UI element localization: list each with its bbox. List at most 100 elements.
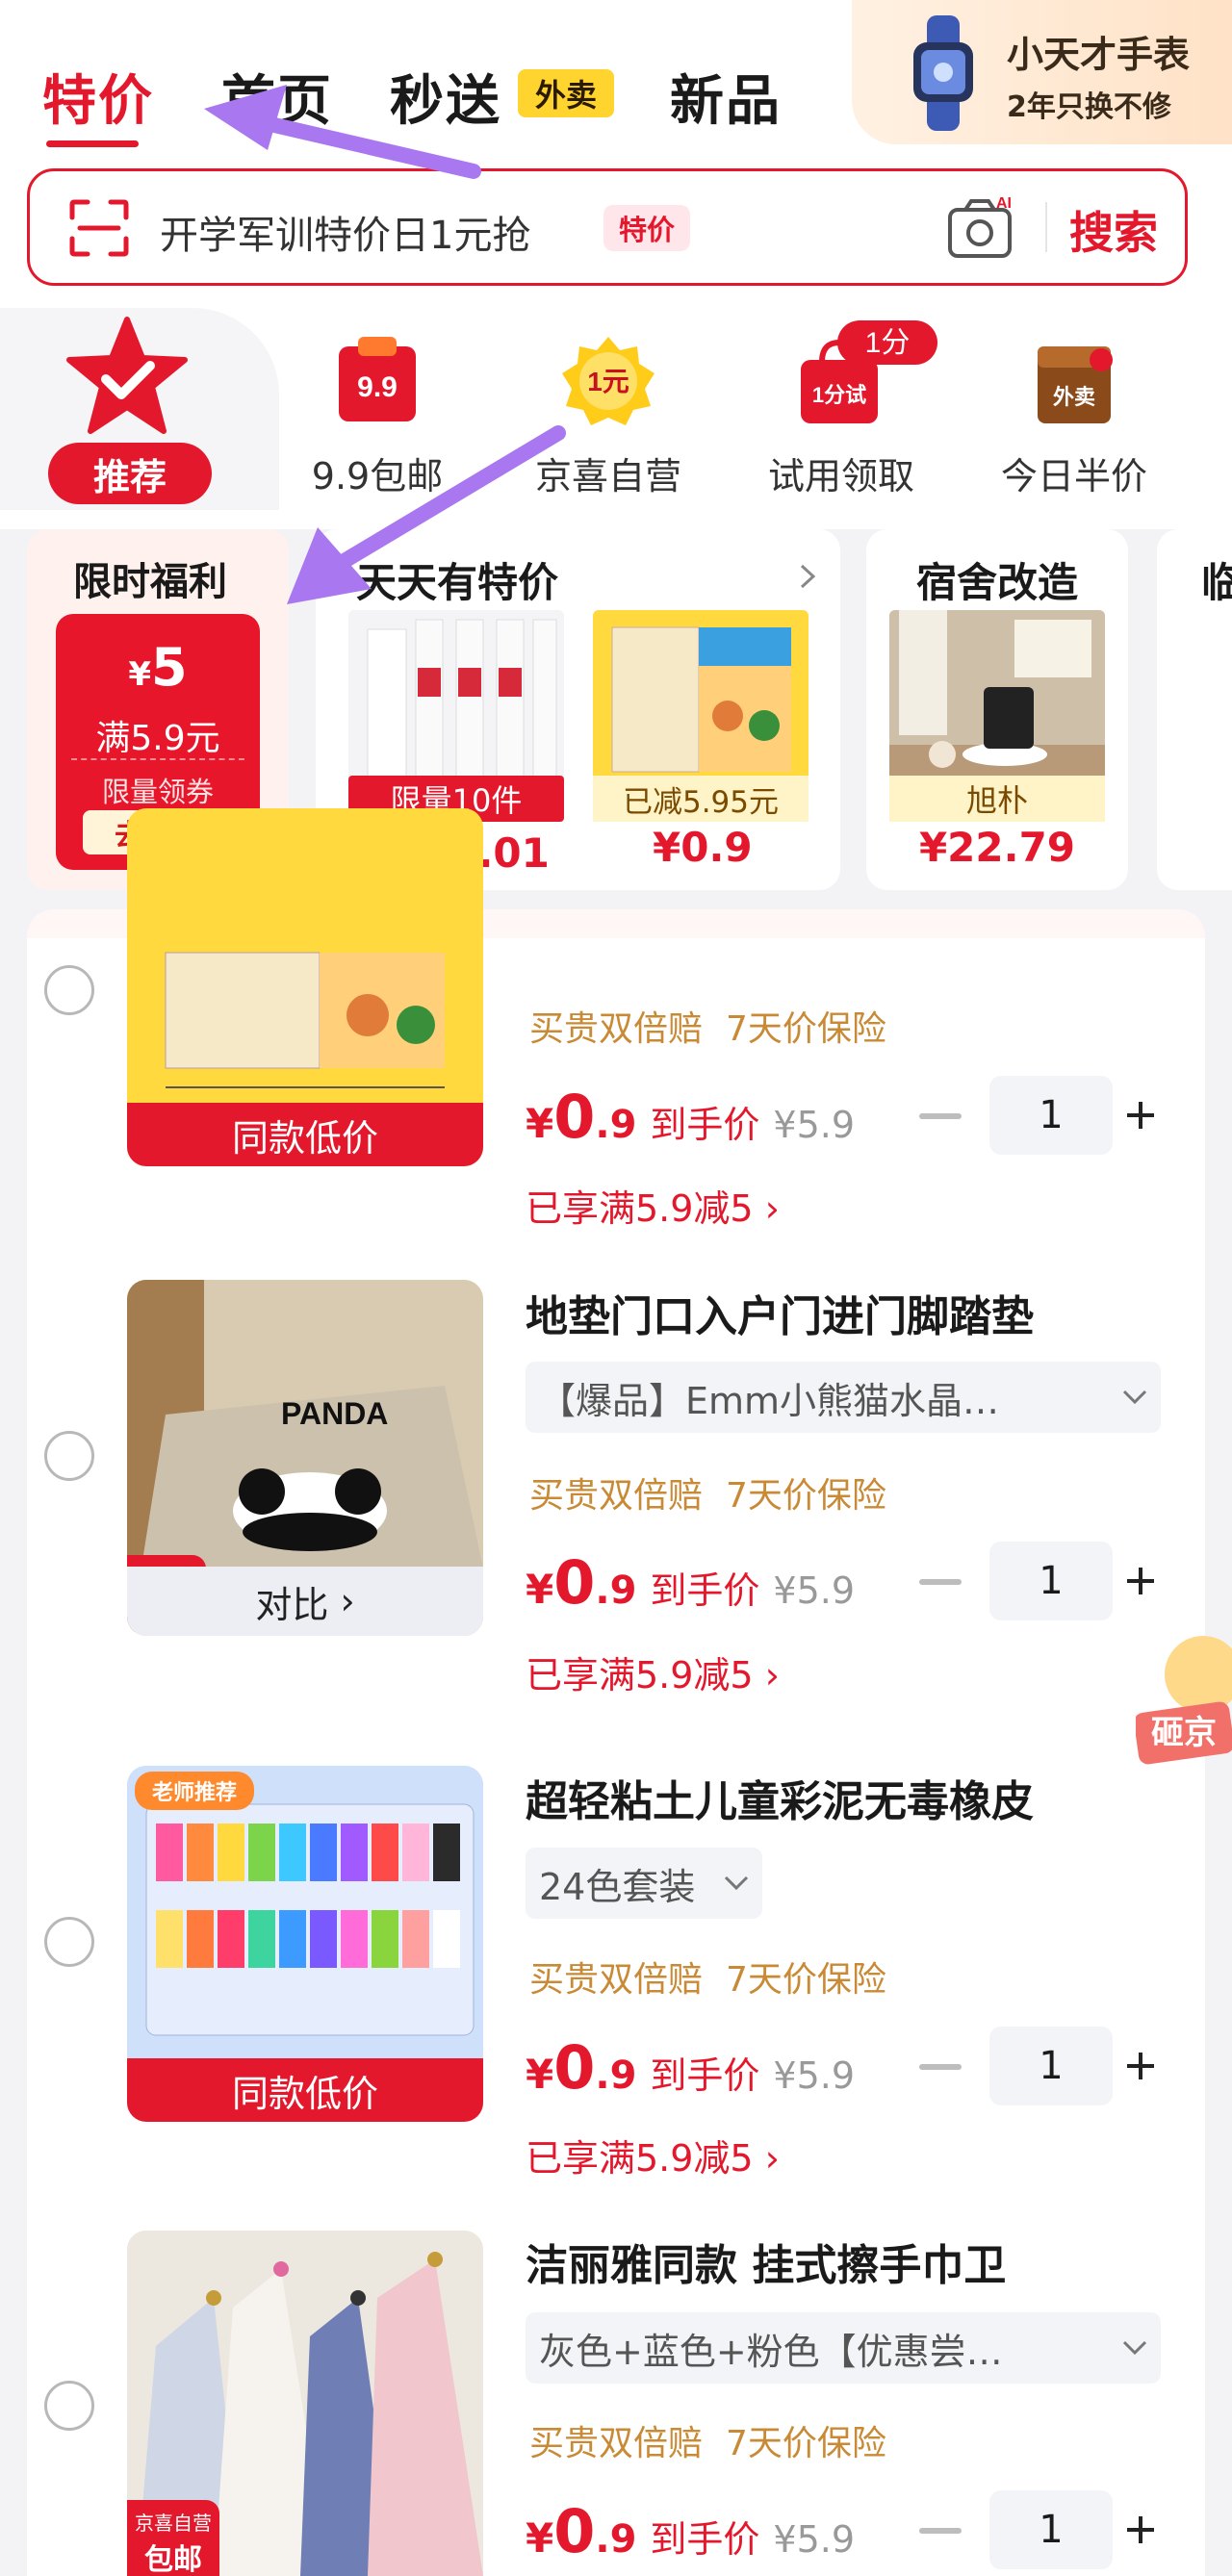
clay-set-image[interactable]: 老师推荐 同款低价 [127,1766,483,2122]
trial-badge-text: 1分 [865,327,911,359]
category-half-price[interactable]: 外卖 今日半价 [978,337,1170,499]
chevron-down-icon [1122,2340,1147,2356]
discount-info[interactable]: 已享满5.9减5 › [526,2129,780,2181]
item-title[interactable]: 洁丽雅同款 挂式擦手巾卫 [526,2231,1006,2292]
tab-active-underline [46,140,139,147]
dorm-price: ¥22.79 [918,824,1076,871]
chevron-right-icon[interactable] [798,562,817,591]
reduced-badge: 已减5.95元 [593,776,808,822]
tab-miaosong[interactable]: 秒送 [390,58,501,136]
panda-mat-image[interactable]: PANDA 京东自营 包邮 对比 › [127,1280,483,1636]
coin-1yuan-text: 1元 [587,367,629,396]
hand-towels-image[interactable]: 京喜自营 包邮 [127,2231,483,2576]
sku-selector[interactable]: 【爆品】Emm小熊猫水晶… [526,1362,1161,1433]
gel-pens-image[interactable] [348,610,564,795]
qty-input[interactable]: 1 [989,1076,1113,1155]
item-title[interactable]: 超轻粘土儿童彩泥无毒橡皮 [526,1767,1034,1828]
search-tag: 特价 [603,205,690,251]
takeout-bag-icon: 外卖 [1038,346,1113,423]
guarantee-row: 买贵双倍赔 7天价保险 [529,1009,886,1049]
qty-minus-button[interactable] [919,2528,962,2534]
category-label: 京喜自营 [534,455,681,497]
trial-bag-text: 1分试 [812,383,866,407]
search-input[interactable]: 开学军训特价日1元抢 [160,204,530,260]
welfare-title: 限时福利 [73,560,227,604]
qty-minus-button[interactable] [919,1113,962,1119]
item-radio[interactable] [44,1431,94,1481]
smartwatch-icon [913,15,973,131]
qty-plus-button[interactable] [1124,2513,1157,2546]
search-box[interactable]: 开学军训特价日1元抢 特价 AI 搜索 [27,168,1188,286]
search-divider [1045,202,1047,252]
star-check-icon[interactable] [64,316,191,441]
coin-1yuan-icon: 1元 [562,337,654,425]
item-radio[interactable] [44,1917,94,1967]
item-caption[interactable]: 同款低价 [127,2058,483,2122]
qty-input[interactable]: 1 [989,2027,1113,2105]
book-price: ¥0.9 [653,824,753,871]
item-caption[interactable]: 同款低价 [127,1103,483,1166]
teacher-recommend-badge: 老师推荐 [135,1772,254,1810]
tab-shouye[interactable]: 首页 [221,58,333,136]
tab-xinpin[interactable]: 新品 [670,58,782,136]
book-cover-image[interactable]: 同款低价 [127,808,483,1166]
self-operated-badge: 京喜自营 包邮 [127,2500,219,2576]
floating-badge-text: 砸京 [1151,1715,1217,1751]
waimai-badge: 外卖 [518,69,614,117]
coupon-condition: 满5.9元 [95,719,220,758]
phone-stand-image[interactable] [889,610,1105,795]
discount-info[interactable]: 已享满5.9减5 › [526,1645,780,1698]
category-recommend[interactable]: 推荐 [48,443,212,504]
header-tabs: 特价 首页 秒送 外卖 新品 [0,0,866,159]
price-row: ¥0.9 到手价 ¥5.9 [526,2032,856,2103]
ad-subtitle: 2年只换不修 [1007,90,1171,124]
book-cover-image[interactable] [593,610,808,795]
ai-badge: AI [996,195,1012,212]
dorm-brand: 旭朴 [889,776,1105,822]
guarantee-row: 买贵双倍赔 7天价保险 [529,1960,886,2000]
category-label: 试用领取 [767,455,914,497]
coupon-amount: ¥5 [128,637,188,698]
ai-camera-icon[interactable]: AI [946,192,1019,262]
sku-selector[interactable]: 24色套装 [526,1848,762,1919]
dorm-title: 宿舍改造 [915,559,1078,606]
qty-plus-button[interactable] [1124,1565,1157,1597]
takeout-bag-text: 外卖 [1053,385,1095,409]
search-button[interactable]: 搜索 [1069,198,1158,262]
sku-selector[interactable]: 灰色+蓝色+粉色【优惠尝… [526,2312,1161,2384]
guarantee-row: 买贵双倍赔 7天价保险 [529,2424,886,2463]
item-radio[interactable] [44,965,94,1015]
trial-badge: 1分 [837,320,937,365]
scan-icon[interactable] [68,198,130,258]
tab-tejia[interactable]: 特价 [42,58,154,136]
compare-link[interactable]: 对比 › [127,1567,483,1636]
qty-input[interactable]: 1 [989,1542,1113,1620]
coupon-limit: 限量领券 [101,776,214,808]
partial-card[interactable]: 临 [1157,529,1232,890]
discount-info[interactable]: 已享满5.9减5 › [526,1179,780,1232]
category-label: 今日半价 [1000,455,1147,497]
qty-plus-button[interactable] [1124,2050,1157,2082]
category-jingxi-ziying[interactable]: 1元 京喜自营 [512,337,705,499]
qty-minus-button[interactable] [919,2064,962,2070]
coupon-divider [71,758,244,760]
dorm-card[interactable]: 宿舍改造 旭朴 ¥22.79 [866,529,1128,890]
qty-minus-button[interactable] [919,1579,962,1585]
chevron-down-icon [724,1875,749,1891]
price-row: ¥0.9 到手价 ¥5.9 [526,1082,856,1152]
bag-99-text: 9.9 [357,371,398,403]
bag-99-icon: 9.9 [339,337,416,421]
chevron-down-icon [1122,1390,1147,1405]
mat-brand-text: PANDA [281,1396,388,1431]
price-row: ¥0.9 到手价 ¥5.9 [526,1547,856,1618]
qty-input[interactable]: 1 [989,2490,1113,2569]
qty-plus-button[interactable] [1124,1099,1157,1132]
category-99-baoyou[interactable]: 9.9 9.9包邮 [281,337,474,499]
daily-title: 天天有特价 [356,559,559,606]
item-radio[interactable] [44,2381,94,2431]
category-label: 9.9包邮 [311,455,444,497]
item-title[interactable]: 地垫门口入户门进门脚踏垫 [526,1282,1034,1343]
guarantee-row: 买贵双倍赔 7天价保险 [529,1476,886,1516]
ad-title[interactable]: 小天才手表 [1007,25,1190,78]
floating-promo-badge[interactable]: 砸京 [1136,1636,1232,1780]
